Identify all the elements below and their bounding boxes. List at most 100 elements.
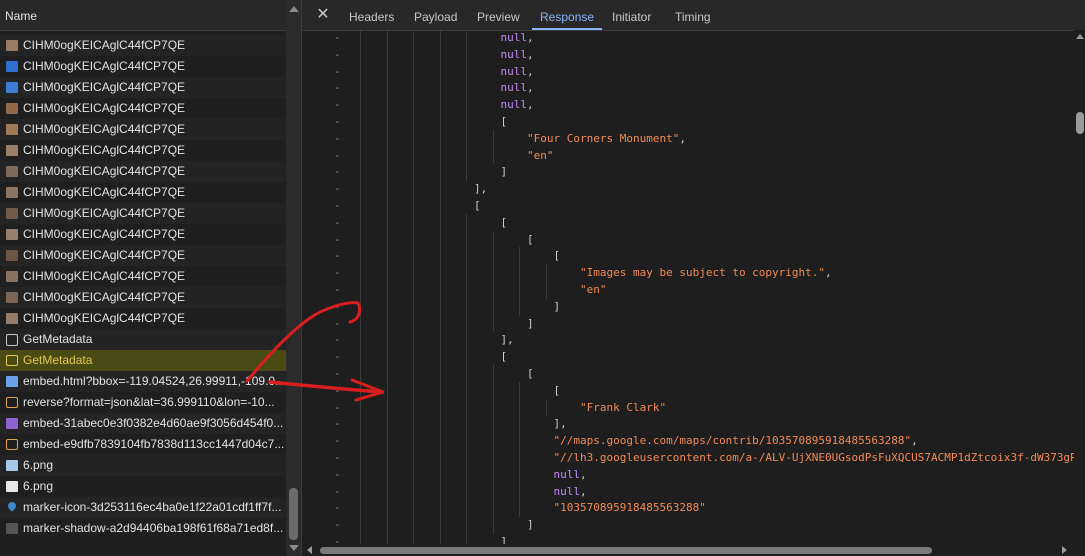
fold-marker[interactable]: -	[334, 384, 341, 397]
request-row[interactable]: 6.png	[0, 455, 286, 476]
fold-marker[interactable]: -	[334, 233, 341, 246]
indent-guide	[492, 281, 494, 299]
indent-guide	[360, 163, 361, 182]
scroll-down-arrow-icon[interactable]	[289, 545, 299, 551]
request-row[interactable]: CIHM0ogKEICAglC44fCP7QE	[0, 308, 286, 329]
json-punctuation: ,	[527, 64, 534, 78]
indent-guide	[492, 365, 494, 383]
request-row[interactable]: embed-31abec0e3f0382e4d60ae9f3056d454f0.…	[0, 413, 286, 434]
request-row[interactable]: CIHM0ogKEICAglC44fCP7QE	[0, 203, 286, 224]
fold-marker[interactable]: -	[334, 501, 341, 514]
request-row[interactable]: reverse?format=json&lat=36.999110&lon=-1…	[0, 392, 286, 413]
fold-marker[interactable]: -	[334, 132, 341, 145]
fold-marker[interactable]: -	[334, 518, 341, 531]
indent-guide	[386, 163, 388, 182]
tab-preview[interactable]: Preview	[477, 0, 520, 30]
indent-guide	[413, 516, 414, 534]
request-row[interactable]: CIHM0ogKEICAglC44fCP7QE	[0, 35, 286, 56]
fold-marker[interactable]: -	[334, 434, 341, 447]
response-horizontal-scrollbar[interactable]	[302, 544, 1074, 556]
indent-guide	[360, 499, 361, 518]
response-line: null,	[501, 31, 534, 44]
request-list-scrollbar[interactable]	[286, 0, 301, 556]
request-row[interactable]: CIHM0ogKEICAglC44fCP7QE	[0, 266, 286, 287]
indent-guide	[360, 180, 361, 198]
request-row[interactable]: CIHM0ogKEICAglC44fCP7QE	[0, 140, 286, 161]
scrollbar-thumb[interactable]	[289, 488, 298, 540]
request-row[interactable]: CIHM0ogKEICAglC44fCP7QE	[0, 287, 286, 308]
request-row[interactable]: CIHM0ogKEICAglC44fCP7QE	[0, 224, 286, 245]
response-line: ],	[474, 182, 487, 195]
response-vertical-scrollbar[interactable]	[1074, 30, 1085, 544]
tab-timing[interactable]: Timing	[675, 0, 711, 30]
request-row[interactable]: GetMetadata	[0, 350, 286, 371]
fold-marker[interactable]: -	[334, 199, 341, 212]
indent-guide	[492, 432, 494, 450]
indent-guide	[492, 146, 494, 165]
indent-guide	[386, 314, 388, 333]
request-row[interactable]: 6.png	[0, 476, 286, 497]
fold-marker[interactable]: -	[334, 249, 341, 262]
fold-marker[interactable]: -	[334, 367, 341, 380]
indent-guide	[519, 499, 520, 518]
fold-marker[interactable]: -	[334, 98, 341, 111]
request-row[interactable]: embed-e9dfb7839104fb7838d113cc1447d04c7.…	[0, 434, 286, 455]
fold-marker[interactable]: -	[334, 417, 341, 430]
fold-marker[interactable]: -	[334, 182, 341, 195]
name-column-header[interactable]: Name	[0, 0, 286, 31]
tab-headers[interactable]: Headers	[349, 0, 394, 30]
fold-marker[interactable]: -	[334, 48, 341, 61]
tab-initiator[interactable]: Initiator	[612, 0, 651, 30]
scroll-up-arrow-icon[interactable]	[289, 6, 299, 12]
indent-guide	[413, 230, 414, 249]
fold-marker[interactable]: -	[334, 485, 341, 498]
fold-marker[interactable]: -	[334, 65, 341, 78]
fold-marker[interactable]: -	[334, 266, 341, 279]
tab-response[interactable]: Response	[531, 0, 603, 30]
request-row[interactable]: CIHM0ogKEICAglC44fCP7QE	[0, 56, 286, 77]
scroll-right-arrow-icon[interactable]	[1062, 546, 1067, 554]
close-icon[interactable]: ✕	[314, 6, 332, 24]
fold-marker[interactable]: -	[334, 216, 341, 229]
fold-marker[interactable]: -	[334, 165, 341, 178]
json-punctuation: [	[553, 383, 561, 397]
response-line: ],	[501, 333, 514, 346]
fold-marker[interactable]: -	[334, 149, 341, 162]
request-row[interactable]: marker-shadow-a2d94406ba198f61f68a71ed8f…	[0, 518, 286, 539]
request-row[interactable]: CIHM0ogKEICAglC44fCP7QE	[0, 98, 286, 119]
fold-marker[interactable]: -	[334, 333, 341, 346]
scroll-up-arrow-icon[interactable]	[1076, 34, 1084, 39]
indent-guide	[360, 516, 361, 534]
fold-marker[interactable]: -	[334, 468, 341, 481]
fold-marker[interactable]: -	[334, 317, 341, 330]
request-row[interactable]: GetMetadata	[0, 329, 286, 350]
json-punctuation: [	[527, 232, 534, 246]
request-row[interactable]: CIHM0ogKEICAglC44fCP7QE	[0, 182, 286, 203]
response-body[interactable]: - null, - null, - null, - null, - null, - [- "Four C…	[302, 30, 1074, 544]
indent-guide	[413, 331, 414, 350]
fold-marker[interactable]: -	[334, 401, 341, 414]
fold-marker[interactable]: -	[334, 535, 341, 544]
scrollbar-thumb[interactable]	[1076, 112, 1084, 134]
fold-marker[interactable]: -	[334, 31, 341, 44]
request-row[interactable]: CIHM0ogKEICAglC44fCP7QE	[0, 245, 286, 266]
scrollbar-thumb[interactable]	[320, 547, 932, 554]
fold-marker[interactable]: -	[334, 81, 341, 94]
fold-marker[interactable]: -	[334, 451, 341, 464]
scroll-left-arrow-icon[interactable]	[307, 546, 312, 554]
fold-marker[interactable]: -	[334, 300, 341, 313]
request-row[interactable]: CIHM0ogKEICAglC44fCP7QE	[0, 77, 286, 98]
request-row[interactable]: marker-icon-3d253116ec4ba0e1f22a01cdf1ff…	[0, 497, 286, 518]
request-row[interactable]: CIHM0ogKEICAglC44fCP7QE	[0, 119, 286, 140]
image-thumb-icon	[6, 145, 18, 156]
request-name: reverse?format=json&lat=36.999110&lon=-1…	[23, 395, 275, 409]
tab-payload[interactable]: Payload	[414, 0, 457, 30]
request-name: CIHM0ogKEICAglC44fCP7QE	[23, 269, 186, 283]
fold-marker[interactable]: -	[334, 283, 341, 296]
indent-guide	[466, 331, 467, 350]
indent-guide	[439, 432, 441, 450]
request-row[interactable]: embed.html?bbox=-119.04524,26.99911,-109…	[0, 371, 286, 392]
fold-marker[interactable]: -	[334, 115, 341, 128]
fold-marker[interactable]: -	[334, 350, 341, 363]
request-row[interactable]: CIHM0ogKEICAglC44fCP7QE	[0, 161, 286, 182]
